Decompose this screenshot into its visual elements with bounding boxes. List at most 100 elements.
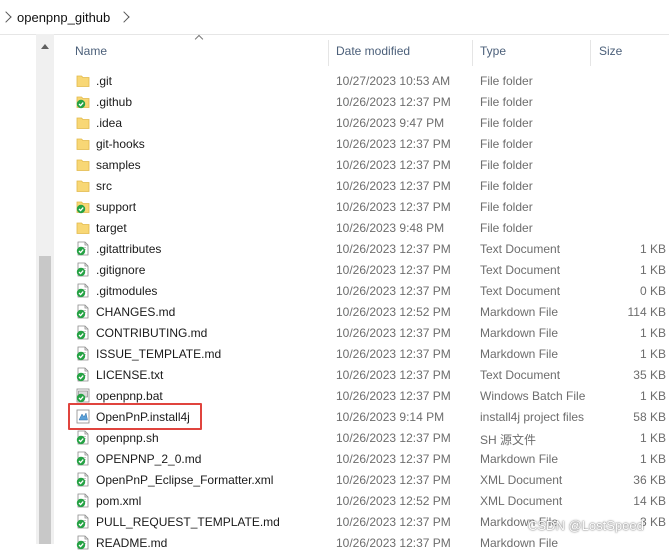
file-row[interactable]: CHANGES.md 10/26/2023 12:52 PM Markdown Fi… [60, 301, 669, 322]
file-date-modified: 10/26/2023 12:37 PM [336, 284, 451, 298]
file-type: Text Document [480, 242, 561, 256]
file-row[interactable]: .git 10/27/2023 10:53 AM File folder [60, 70, 669, 91]
document-icon [76, 514, 90, 529]
file-name: CONTRIBUTING.md [96, 326, 208, 340]
batch-file-icon [76, 388, 90, 403]
file-date-modified: 10/26/2023 12:37 PM [336, 431, 451, 445]
file-row[interactable]: LICENSE.txt 10/26/2023 12:37 PM Text Docum… [60, 364, 669, 385]
file-row[interactable]: OPENPNP_2_0.md 10/26/2023 12:37 PM Markdow… [60, 448, 669, 469]
sort-ascending-icon [194, 34, 204, 44]
file-row[interactable]: git-hooks 10/26/2023 12:37 PM File folder [60, 133, 669, 154]
file-name: OpenPnP_Eclipse_Formatter.xml [96, 473, 274, 487]
file-date-modified: 10/26/2023 12:37 PM [336, 347, 451, 361]
file-type: File folder [480, 200, 533, 214]
column-header-date-modified[interactable]: Date modified [336, 44, 410, 58]
file-row[interactable]: .gitignore 10/26/2023 12:37 PM Text Docume… [60, 259, 669, 280]
file-date-modified: 10/26/2023 12:37 PM [336, 473, 451, 487]
file-size: 36 KB [633, 473, 666, 487]
column-header-size[interactable]: Size [599, 44, 622, 58]
file-size: 1 KB [639, 326, 666, 340]
column-divider[interactable] [590, 40, 591, 66]
file-name: .gitmodules [96, 284, 158, 298]
column-header-name[interactable]: Name [75, 44, 107, 58]
file-row[interactable]: support 10/26/2023 12:37 PM File folder [60, 196, 669, 217]
chevron-right-icon[interactable] [118, 11, 130, 23]
file-row[interactable]: .gitmodules 10/26/2023 12:37 PM Text Docum… [60, 280, 669, 301]
file-size: 0 KB [639, 284, 666, 298]
file-row[interactable]: README.md 10/26/2023 12:37 PM Markdown Fil… [60, 532, 669, 553]
file-type: Text Document [480, 263, 561, 277]
file-row[interactable]: .gitattributes 10/26/2023 12:37 PM Text Do… [60, 238, 669, 259]
file-row[interactable]: ISSUE_TEMPLATE.md 10/26/2023 12:37 PM Mark… [60, 343, 669, 364]
document-icon [76, 451, 90, 466]
file-type: Windows Batch File [480, 389, 586, 403]
file-row[interactable]: OpenPnP_Eclipse_Formatter.xml 10/26/2023 … [60, 469, 669, 490]
breadcrumb-openpnp-github[interactable]: openpnp_github [17, 10, 110, 25]
file-type: File folder [480, 179, 533, 193]
file-name: openpnp.sh [96, 431, 159, 445]
file-row[interactable]: CONTRIBUTING.md 10/26/2023 12:37 PM Markdo… [60, 322, 669, 343]
file-date-modified: 10/26/2023 12:37 PM [336, 263, 451, 277]
file-size: 35 KB [633, 368, 666, 382]
file-size: 14 KB [633, 494, 666, 508]
file-row[interactable]: pom.xml 10/26/2023 12:52 PM XML Document 14… [60, 490, 669, 511]
chevron-right-icon[interactable] [0, 11, 12, 23]
watermark: CSDN @LostSpeed [528, 518, 644, 533]
file-date-modified: 10/26/2023 12:52 PM [336, 494, 451, 508]
column-divider[interactable] [328, 40, 329, 66]
file-name: openpnp.bat [96, 389, 163, 403]
address-bar[interactable]: openpnp_github [0, 0, 669, 35]
file-type: File folder [480, 137, 533, 151]
scrollbar-thumb[interactable] [39, 256, 51, 544]
folder-icon [76, 178, 90, 193]
file-size: 1 KB [639, 431, 666, 445]
vertical-scrollbar[interactable] [36, 34, 54, 544]
document-icon [76, 241, 90, 256]
file-type: File folder [480, 116, 533, 130]
file-name: PULL_REQUEST_TEMPLATE.md [96, 515, 280, 529]
file-type: File folder [480, 95, 533, 109]
file-row[interactable]: target 10/26/2023 9:48 PM File folder [60, 217, 669, 238]
document-icon [76, 325, 90, 340]
document-icon [76, 367, 90, 382]
folder-icon [76, 94, 90, 109]
scroll-up-arrow-icon[interactable] [41, 44, 49, 49]
file-name: samples [96, 158, 141, 172]
file-date-modified: 10/26/2023 12:37 PM [336, 158, 451, 172]
document-icon [76, 430, 90, 445]
file-size: 1 KB [639, 452, 666, 466]
file-size: 1 KB [639, 389, 666, 403]
file-size: 58 KB [633, 410, 666, 424]
file-name: ISSUE_TEMPLATE.md [96, 347, 222, 361]
column-header-type[interactable]: Type [480, 44, 506, 58]
folder-icon [76, 115, 90, 130]
document-icon [76, 304, 90, 319]
file-row[interactable]: .github 10/26/2023 12:37 PM File folder [60, 91, 669, 112]
file-size: 114 KB [627, 305, 666, 319]
file-type: File folder [480, 74, 533, 88]
file-row[interactable]: samples 10/26/2023 12:37 PM File folder [60, 154, 669, 175]
file-type: File folder [480, 158, 533, 172]
file-type: Markdown File [480, 536, 559, 550]
file-name: LICENSE.txt [96, 368, 164, 382]
file-date-modified: 10/26/2023 9:14 PM [336, 410, 445, 424]
folder-icon [76, 73, 90, 88]
file-row[interactable]: .idea 10/26/2023 9:47 PM File folder [60, 112, 669, 133]
document-icon [76, 283, 90, 298]
column-divider[interactable] [472, 40, 473, 66]
file-name: target [96, 221, 127, 235]
file-row[interactable]: src 10/26/2023 12:37 PM File folder [60, 175, 669, 196]
file-size: 1 KB [639, 242, 666, 256]
folder-icon [76, 136, 90, 151]
file-type: Markdown File [480, 326, 559, 340]
folder-icon [76, 157, 90, 172]
file-date-modified: 10/26/2023 12:37 PM [336, 326, 451, 340]
file-type: XML Document [480, 494, 563, 508]
file-date-modified: 10/26/2023 12:52 PM [336, 305, 451, 319]
file-date-modified: 10/26/2023 12:37 PM [336, 389, 451, 403]
folder-icon [76, 220, 90, 235]
file-type: Markdown File [480, 305, 559, 319]
document-icon [76, 535, 90, 550]
file-date-modified: 10/26/2023 12:37 PM [336, 179, 451, 193]
file-row[interactable]: openpnp.sh 10/26/2023 12:37 PM SH 源文件 1 KB [60, 427, 669, 448]
